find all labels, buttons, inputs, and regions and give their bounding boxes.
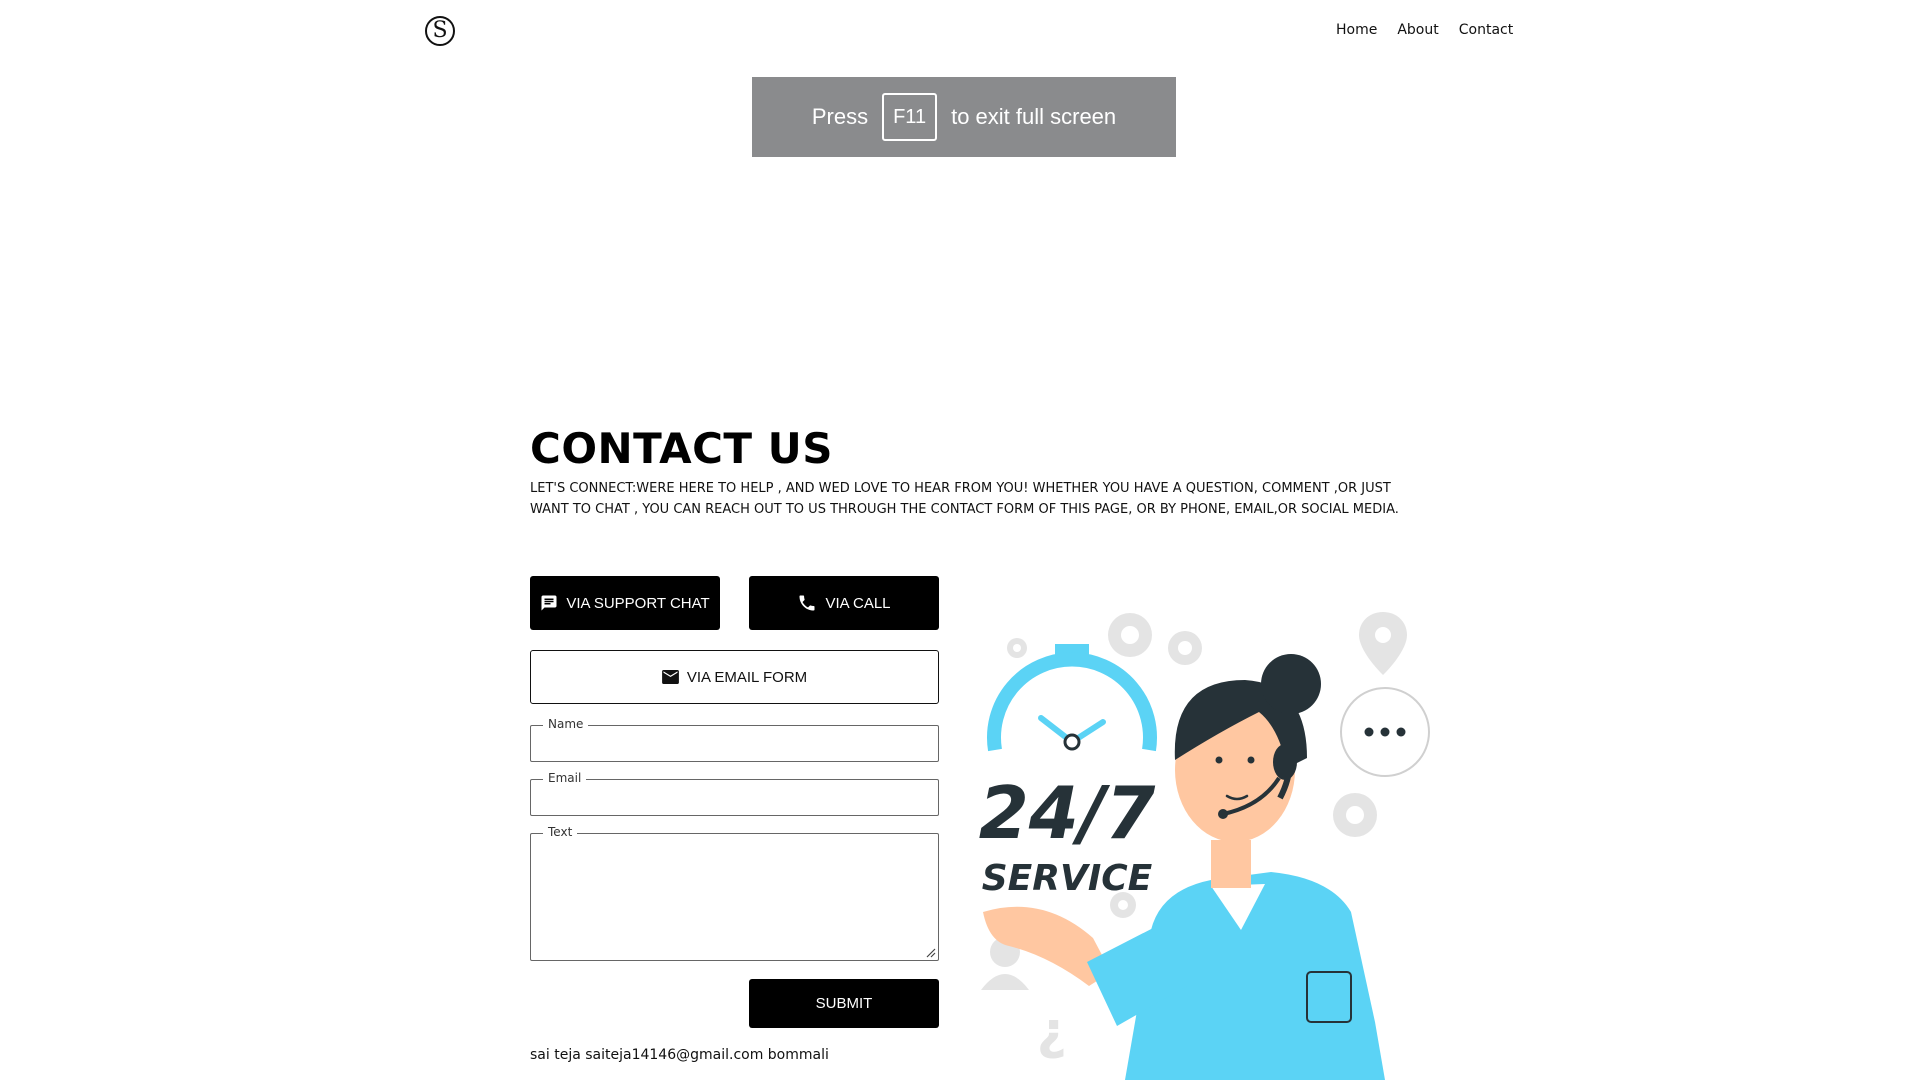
site-logo[interactable]: S [425,16,455,46]
chat-icon [540,594,558,612]
message-textarea[interactable] [533,836,936,958]
toast-key: F11 [882,93,938,141]
call-label: VIA CALL [825,594,891,612]
email-field: Email [530,771,939,816]
call-button[interactable]: VIA CALL [749,576,939,630]
text-field: Text [530,825,939,961]
resize-handle-icon[interactable] [924,946,936,958]
toast-suffix: to exit full screen [951,104,1117,129]
email-form-label: VIA EMAIL FORM [686,668,808,686]
submit-button[interactable]: SUBMIT [749,979,939,1028]
stopwatch-icon [987,644,1157,752]
question-mark-icon: ? [1037,1007,1067,1067]
mail-icon [661,670,679,684]
location-pin-icon [1359,612,1407,675]
name-field: Name [530,717,939,762]
email-form-button[interactable]: VIA EMAIL FORM [530,650,939,704]
illustration-headline: 24/7 [979,771,1156,855]
illustration-subheadline: SERVICE [982,858,1153,899]
nav-contact-link[interactable]: Contact [1459,22,1513,38]
chat-bubble-icon [1340,687,1430,777]
phone-icon [797,593,817,613]
nav-about-link[interactable]: About [1397,22,1438,38]
toast-prefix: Press [811,104,869,129]
fullscreen-exit-toast: Press F11 to exit full screen [752,77,1176,157]
email-input[interactable] [533,782,936,813]
top-nav: Home About Contact [1336,22,1513,38]
contact-description: LET'S CONNECT:WERE HERE TO HELP , AND WE… [530,481,1399,517]
support-agent-illustration: 24/7 SERVICE ? [979,612,1430,1080]
contact-footer-text: sai teja saiteja14146@gmail.com bommali [530,1047,829,1063]
name-input[interactable] [533,728,936,759]
support-chat-button[interactable]: VIA SUPPORT CHAT [530,576,720,630]
support-chat-label: VIA SUPPORT CHAT [566,594,710,612]
page-title: CONTACT US [530,424,834,473]
nav-home-link[interactable]: Home [1336,22,1377,38]
